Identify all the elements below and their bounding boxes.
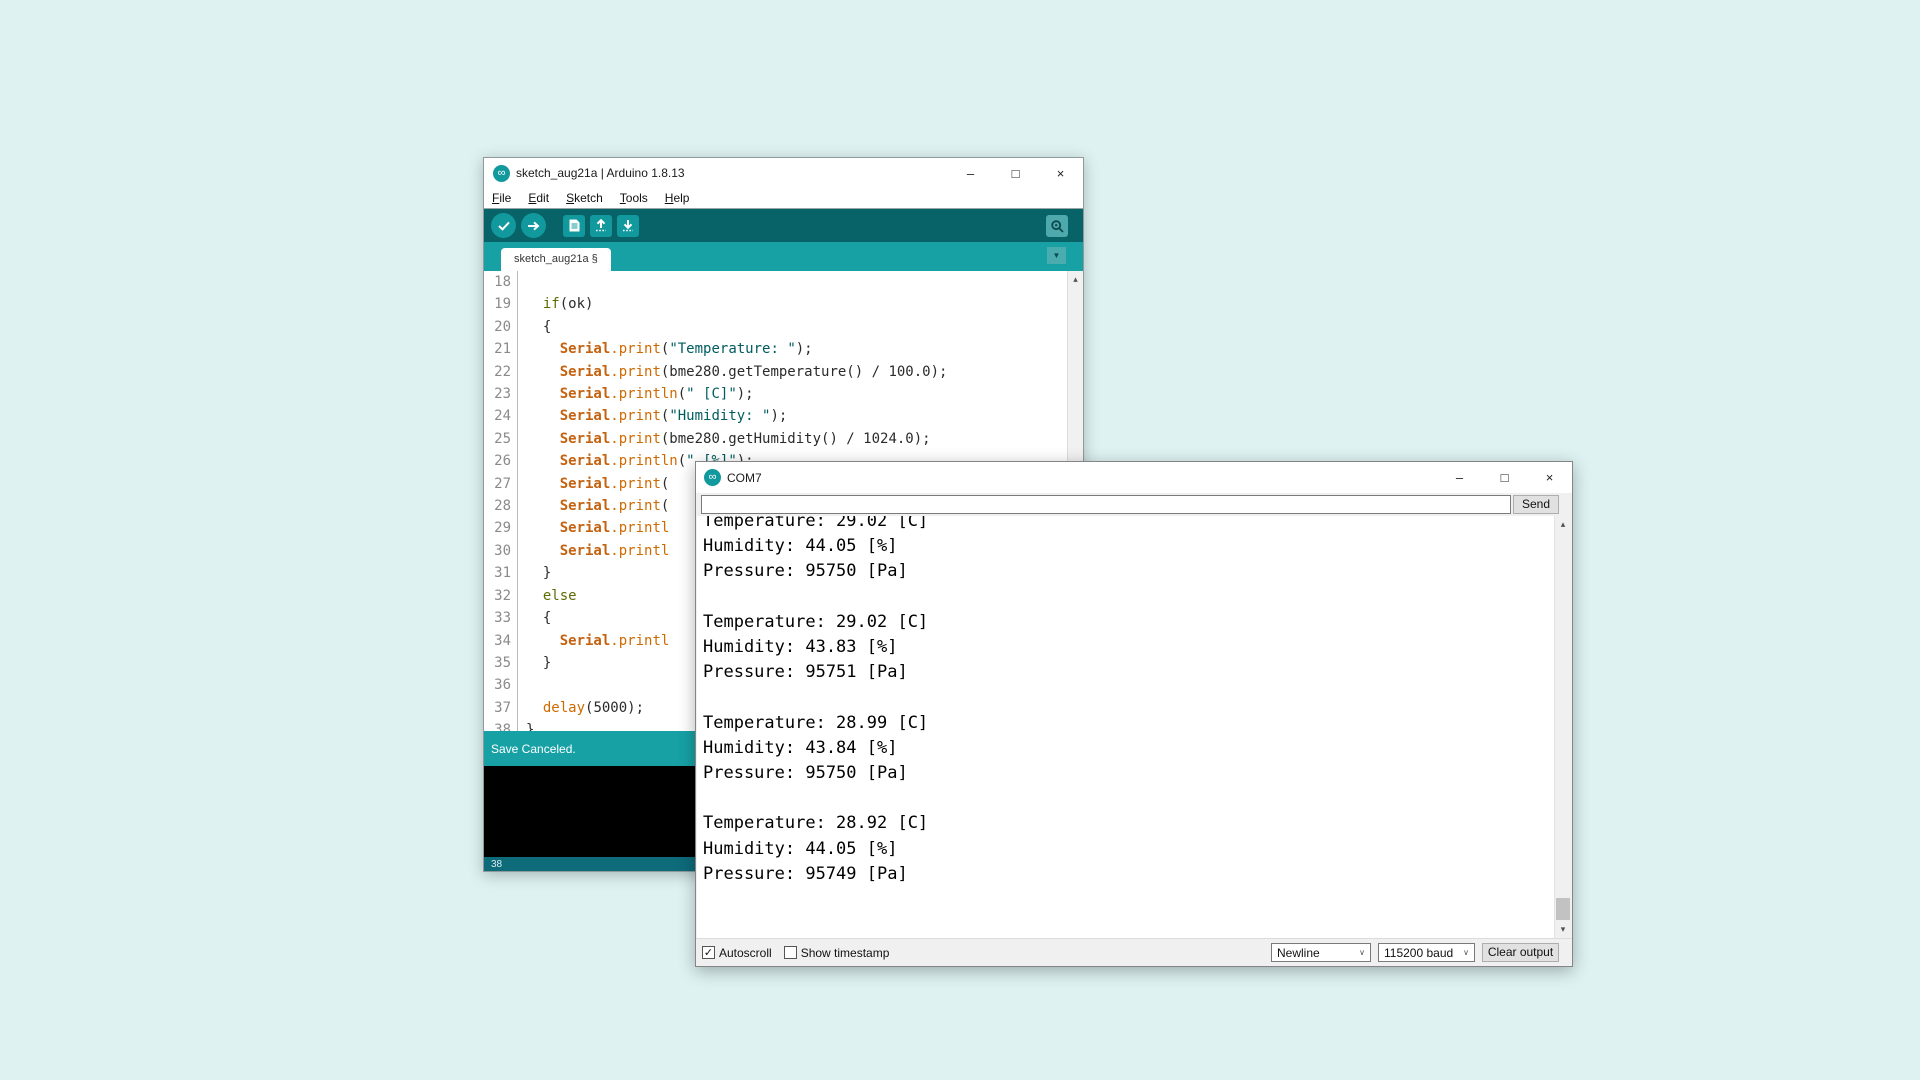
ide-maximize-button[interactable]: □: [993, 158, 1038, 188]
serial-scrollbar[interactable]: ▴ ▾: [1554, 516, 1571, 938]
serial-monitor-button[interactable]: [1046, 215, 1068, 237]
baud-rate-select[interactable]: 115200 baud ∨: [1378, 943, 1475, 962]
scrollbar-thumb[interactable]: [1556, 898, 1570, 920]
show-timestamp-label: Show timestamp: [801, 946, 890, 960]
serial-minimize-button[interactable]: –: [1437, 462, 1482, 493]
clear-output-button[interactable]: Clear output: [1482, 943, 1559, 962]
line-number: 20: [484, 316, 517, 338]
line-number: 26: [484, 450, 517, 472]
line-number: 33: [484, 607, 517, 629]
tab-list-button[interactable]: ▼: [1047, 247, 1066, 264]
serial-footer-bar: ✓ Autoscroll Show timestamp Newline ∨ 11…: [696, 938, 1572, 966]
serial-output-area[interactable]: Temperature: 29.02 [C] Humidity: 44.05 […: [697, 516, 1571, 938]
ide-window-title: sketch_aug21a | Arduino 1.8.13: [516, 166, 685, 180]
serial-close-button[interactable]: ×: [1527, 462, 1572, 493]
ide-toolbar: [484, 208, 1083, 242]
menu-item-sketch[interactable]: Sketch: [566, 191, 603, 205]
status-message: Save Canceled.: [491, 742, 576, 756]
code-line: [519, 271, 1067, 293]
upload-button[interactable]: [521, 213, 546, 238]
menu-item-help[interactable]: Help: [665, 191, 690, 205]
ide-tabbar: sketch_aug21a § ▼: [484, 242, 1083, 271]
arrow-down-tray-icon: [622, 219, 634, 232]
save-sketch-button[interactable]: [617, 215, 639, 237]
line-number: 22: [484, 361, 517, 383]
line-number: 21: [484, 338, 517, 360]
magnifier-icon: [1050, 219, 1065, 234]
line-number: 29: [484, 517, 517, 539]
arrow-up-tray-icon: [595, 219, 607, 232]
code-line: Serial.print(bme280.getHumidity() / 1024…: [519, 428, 1067, 450]
code-line: Serial.print(bme280.getTemperature() / 1…: [519, 361, 1067, 383]
line-number: 38: [484, 719, 517, 731]
ide-close-button[interactable]: ×: [1038, 158, 1083, 188]
line-number: 36: [484, 674, 517, 696]
serial-monitor-window: ∞ COM7 – □ × Send Temperature: 29.02 [C]…: [695, 461, 1573, 967]
chevron-down-icon: ∨: [1455, 948, 1469, 957]
baud-rate-value: 115200 baud: [1384, 946, 1453, 960]
send-button[interactable]: Send: [1513, 495, 1559, 514]
code-line: if(ok): [519, 293, 1067, 315]
line-ending-value: Newline: [1277, 946, 1320, 960]
verify-button[interactable]: [491, 213, 516, 238]
close-icon: ×: [1057, 166, 1065, 181]
serial-titlebar[interactable]: ∞ COM7 – □ ×: [696, 462, 1572, 493]
serial-output-text: Temperature: 29.02 [C] Humidity: 44.05 […: [703, 516, 1571, 887]
line-number: 19: [484, 293, 517, 315]
menu-item-tools[interactable]: Tools: [620, 191, 648, 205]
minimize-icon: –: [1456, 470, 1463, 485]
serial-send-input[interactable]: [701, 495, 1511, 514]
editor-scroll-up-icon[interactable]: ▴: [1068, 271, 1083, 287]
line-number: 25: [484, 428, 517, 450]
chevron-down-icon: ∨: [1351, 948, 1365, 957]
line-number: 34: [484, 630, 517, 652]
line-ending-select[interactable]: Newline ∨: [1271, 943, 1371, 962]
menu-item-edit[interactable]: Edit: [528, 191, 549, 205]
check-icon: [498, 221, 510, 231]
sketch-tab[interactable]: sketch_aug21a §: [501, 248, 611, 271]
line-number-gutter: 1819202122232425262728293031323334353637…: [484, 271, 518, 731]
close-icon: ×: [1546, 470, 1554, 485]
line-number: 18: [484, 271, 517, 293]
serial-window-title: COM7: [727, 471, 762, 485]
line-number: 32: [484, 585, 517, 607]
show-timestamp-checkbox[interactable]: [784, 946, 797, 959]
menu-item-file[interactable]: File: [492, 191, 511, 205]
ide-titlebar[interactable]: ∞ sketch_aug21a | Arduino 1.8.13 – □ ×: [484, 158, 1083, 188]
autoscroll-label: Autoscroll: [719, 946, 772, 960]
code-line: Serial.print("Temperature: ");: [519, 338, 1067, 360]
arduino-icon: ∞: [493, 165, 510, 182]
autoscroll-checkbox[interactable]: ✓: [702, 946, 715, 959]
scroll-up-icon[interactable]: ▴: [1555, 516, 1571, 533]
ide-menubar: File Edit Sketch Tools Help: [484, 188, 1083, 208]
serial-maximize-button[interactable]: □: [1482, 462, 1527, 493]
line-number: 23: [484, 383, 517, 405]
maximize-icon: □: [1012, 166, 1020, 181]
document-icon: [569, 219, 580, 232]
code-line: Serial.println(" [C]");: [519, 383, 1067, 405]
chevron-down-icon: ▼: [1053, 251, 1061, 260]
serial-send-row: Send: [696, 494, 1572, 516]
line-number: 37: [484, 697, 517, 719]
line-number: 27: [484, 473, 517, 495]
line-number: 28: [484, 495, 517, 517]
line-number: 31: [484, 562, 517, 584]
maximize-icon: □: [1501, 470, 1509, 485]
desktop-background: ∞ sketch_aug21a | Arduino 1.8.13 – □ × F…: [0, 0, 1920, 1080]
minimize-icon: –: [967, 166, 974, 181]
scroll-down-icon[interactable]: ▾: [1555, 921, 1571, 938]
arrow-right-icon: [528, 221, 540, 231]
line-number: 30: [484, 540, 517, 562]
code-line: Serial.print("Humidity: ");: [519, 405, 1067, 427]
code-line: {: [519, 316, 1067, 338]
line-number: 35: [484, 652, 517, 674]
open-sketch-button[interactable]: [590, 215, 612, 237]
current-line-indicator: 38: [491, 859, 502, 870]
arduino-icon: ∞: [704, 469, 721, 486]
ide-minimize-button[interactable]: –: [948, 158, 993, 188]
line-number: 24: [484, 405, 517, 427]
new-sketch-button[interactable]: [563, 215, 585, 237]
